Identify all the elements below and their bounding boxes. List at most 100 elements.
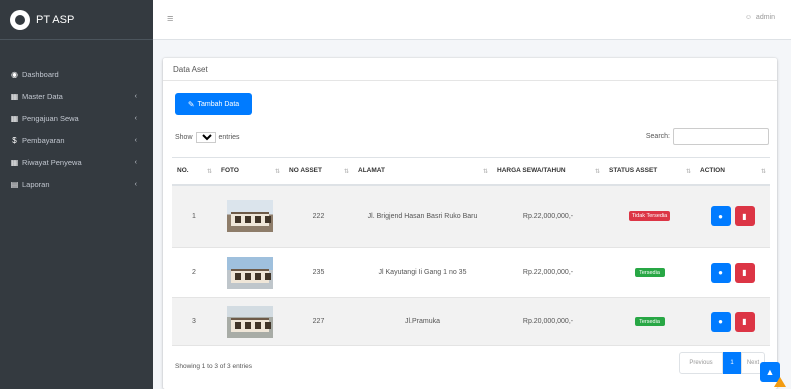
delete-button[interactable]: ▮ — [734, 311, 755, 332]
hamburger-menu-icon[interactable]: ≡ — [167, 13, 173, 25]
entries-label: entries — [218, 134, 240, 141]
brand[interactable]: PT ASP — [0, 0, 153, 40]
delete-button[interactable]: ▮ — [734, 262, 755, 283]
sidebar-item-label: Dashboard — [22, 69, 59, 79]
add-data-button[interactable]: ✎ Tambah Data — [175, 93, 252, 115]
asset-photo — [227, 256, 273, 289]
cell-status: Tidak Tersedia — [604, 184, 695, 248]
brand-logo-icon — [10, 9, 30, 30]
chevron-up-icon: ▲ — [765, 367, 775, 377]
cell-no: 1 — [172, 184, 216, 248]
show-label: Show — [175, 134, 193, 141]
sort-icon: ⇅ — [274, 169, 280, 175]
cell-status: Tersedia — [604, 247, 695, 298]
dashboard-icon: ◉ — [11, 69, 18, 79]
pagination: Previous 1 Next — [679, 352, 765, 374]
warning-triangle-icon — [774, 377, 786, 387]
search-input[interactable] — [673, 128, 769, 145]
cell-alamat: Jl Kayutangi Ii Gang 1 no 35 — [353, 247, 492, 298]
column-header-foto[interactable]: FOTO ⇅ — [216, 157, 284, 186]
sidebar-item-label: Laporan — [22, 179, 50, 189]
chevron-left-icon: ‹ — [134, 158, 137, 166]
trash-icon: ▮ — [742, 211, 747, 221]
cell-harga: Rp.20,000,000,- — [492, 297, 604, 346]
chevron-left-icon: ‹ — [134, 180, 137, 188]
status-badge: Tidak Tersedia — [628, 211, 671, 222]
user-name: admin — [755, 14, 775, 21]
table-row: 2 235 Jl Kayutangi Ii Gang 1 no 35 Rp.22… — [172, 247, 770, 298]
column-header-no-asset[interactable]: NO ASSET ⇅ — [284, 157, 353, 186]
top-navbar: ≡ ☺ admin — [153, 0, 791, 40]
cell-no: 2 — [172, 247, 216, 298]
column-header-status[interactable]: STATUS ASSET ⇅ — [604, 157, 695, 186]
view-button[interactable]: ● — [710, 262, 731, 283]
view-button[interactable]: ● — [710, 311, 731, 332]
user-icon: ☺ — [744, 14, 752, 21]
sidebar-item-riwayat-penyewa[interactable]: ▦ Riwayat Penyewa ‹ — [0, 151, 153, 173]
sort-icon: ⇅ — [343, 169, 349, 175]
sidebar-item-pengajuan-sewa[interactable]: ▦ Pengajuan Sewa ‹ — [0, 107, 153, 129]
sidebar-item-pembayaran[interactable]: $ Pembayaran ‹ — [0, 129, 153, 151]
sort-icon: ⇅ — [206, 169, 212, 175]
cell-status: Tersedia — [604, 297, 695, 346]
cell-alamat: Jl.Pramuka — [353, 297, 492, 346]
delete-button[interactable]: ▮ — [734, 206, 755, 227]
edit-icon: ✎ — [187, 99, 195, 109]
table-row: 1 222 Jl. Brigjend Hasan Basri Ruko Baru… — [172, 184, 770, 248]
eye-icon: ● — [718, 268, 723, 277]
sidebar-item-label: Master Data — [22, 91, 63, 101]
trash-icon: ▮ — [742, 268, 747, 277]
entries-length-control: Show 10 entries — [175, 132, 240, 143]
cell-action: ● ▮ — [695, 297, 770, 346]
pengajuan-icon: ▦ — [10, 113, 19, 123]
user-menu[interactable]: ☺ admin — [745, 14, 775, 21]
view-button[interactable]: ● — [710, 206, 731, 227]
chevron-left-icon: ‹ — [134, 114, 137, 122]
cell-alamat: Jl. Brigjend Hasan Basri Ruko Baru — [353, 184, 492, 248]
status-badge: Tersedia — [634, 268, 665, 277]
sidebar: PT ASP ◉ Dashboard ▦ Master Data ‹ ▦ Pen… — [0, 0, 153, 389]
search-control: Search: — [646, 128, 769, 145]
column-header-alamat[interactable]: ALAMAT ⇅ — [353, 157, 492, 186]
sort-icon: ⇅ — [482, 169, 488, 175]
sidebar-item-label: Pembayaran — [22, 135, 65, 145]
sidebar-item-dashboard[interactable]: ◉ Dashboard — [0, 63, 153, 85]
data-aset-card: Data Aset ✎ Tambah Data Show 10 entries … — [163, 58, 777, 389]
column-header-harga[interactable]: HARGA SEWA/TAHUN ⇅ — [492, 157, 604, 186]
card-title: Data Aset — [163, 58, 777, 81]
cell-no-asset: 222 — [284, 184, 353, 248]
cell-action: ● ▮ — [695, 247, 770, 298]
column-header-no[interactable]: NO. ⇅ — [172, 157, 216, 186]
payment-icon: $ — [12, 135, 17, 145]
sidebar-nav: ◉ Dashboard ▦ Master Data ‹ ▦ Pengajuan … — [0, 63, 153, 195]
sort-icon: ⇅ — [760, 169, 766, 175]
column-header-action[interactable]: ACTION ⇅ — [695, 157, 770, 186]
cell-harga: Rp.22,000,000,- — [492, 247, 604, 298]
cell-action: ● ▮ — [695, 184, 770, 248]
cell-foto — [216, 297, 284, 346]
eye-icon: ● — [718, 317, 723, 326]
sidebar-item-label: Pengajuan Sewa — [22, 113, 79, 123]
search-label: Search: — [645, 133, 670, 140]
cell-foto — [216, 184, 284, 248]
cell-no: 3 — [172, 297, 216, 346]
asset-table: NO. ⇅ FOTO ⇅ NO ASSET ⇅ ALAMAT ⇅ HARGA SEWA/… — [172, 157, 770, 346]
cell-no-asset: 227 — [284, 297, 353, 346]
cell-foto — [216, 247, 284, 298]
chevron-left-icon: ‹ — [134, 136, 137, 144]
sidebar-item-laporan[interactable]: ▤ Laporan ‹ — [0, 173, 153, 195]
sort-icon: ⇅ — [685, 169, 691, 175]
tenant-icon: ▦ — [10, 157, 19, 167]
brand-name: PT ASP — [36, 13, 75, 26]
sidebar-item-label: Riwayat Penyewa — [22, 157, 82, 167]
cell-no-asset: 235 — [284, 247, 353, 298]
chevron-left-icon: ‹ — [134, 92, 137, 100]
table-info: Showing 1 to 3 of 3 entries — [175, 363, 252, 370]
previous-page-button[interactable]: Previous — [679, 352, 723, 374]
eye-icon: ● — [718, 211, 723, 221]
asset-photo — [227, 305, 273, 338]
page-1-button[interactable]: 1 — [723, 352, 741, 374]
entries-select[interactable]: 10 — [195, 132, 216, 143]
add-data-label: Tambah Data — [197, 100, 240, 108]
sidebar-item-master-data[interactable]: ▦ Master Data ‹ — [0, 85, 153, 107]
